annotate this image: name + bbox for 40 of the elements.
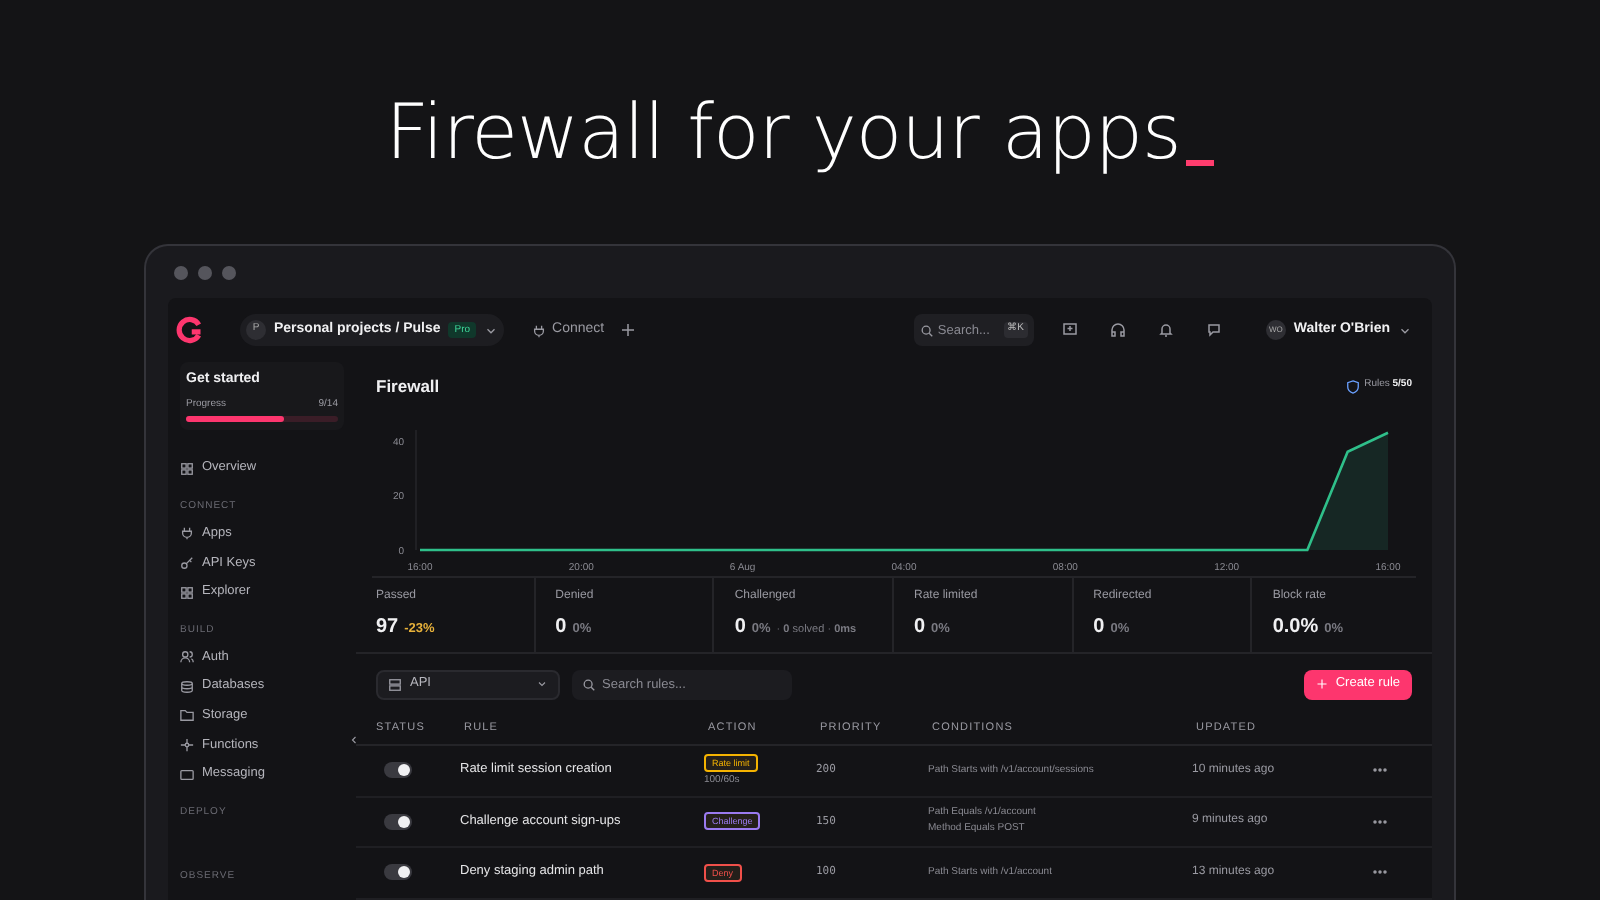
chevron-down-icon: [536, 678, 548, 690]
database-icon: [180, 679, 194, 694]
grid-icon: [180, 461, 194, 476]
plug-icon: [180, 526, 194, 541]
plus-icon: [620, 322, 637, 338]
folder-icon: [180, 708, 194, 723]
server-icon: [388, 677, 402, 691]
stat-value: 0: [913, 614, 926, 642]
plug-icon: [532, 323, 547, 337]
shield-icon: [1346, 379, 1361, 393]
chevron-down-icon: [1398, 323, 1412, 337]
message-icon: [180, 767, 194, 782]
plus-icon: [1315, 678, 1328, 690]
stat-value: 0: [555, 614, 567, 642]
headline: Firewall for your apps: [385, 86, 1181, 180]
toggle-switch[interactable]: [384, 762, 412, 779]
bell-button[interactable]: [1153, 318, 1178, 342]
key-icon: [180, 555, 194, 570]
search-icon: [919, 323, 934, 337]
chevron-left-icon: [348, 734, 360, 746]
page-title: Firewall: [376, 373, 440, 399]
grid-icon: [180, 585, 194, 600]
text-cursor: [1186, 160, 1215, 166]
toggle-switch[interactable]: [384, 813, 412, 830]
node-icon: [180, 737, 194, 752]
chat-icon: [1205, 322, 1222, 338]
headphones-icon: [1109, 322, 1126, 338]
stat-value: 97: [376, 614, 399, 642]
feedback-icon: [1061, 322, 1078, 338]
headphones-button[interactable]: [1105, 318, 1130, 342]
chevron-down-icon: [484, 323, 499, 337]
search-icon: [582, 677, 596, 691]
users-icon: [180, 650, 194, 665]
logo-icon: [176, 316, 204, 344]
toggle-switch[interactable]: [384, 864, 412, 881]
collapse-button[interactable]: [348, 734, 360, 746]
stat-value: 0: [734, 614, 746, 642]
stat-value: 0: [1093, 614, 1105, 642]
stat-value: 0.0%: [1272, 614, 1319, 642]
bell-icon: [1157, 322, 1174, 338]
